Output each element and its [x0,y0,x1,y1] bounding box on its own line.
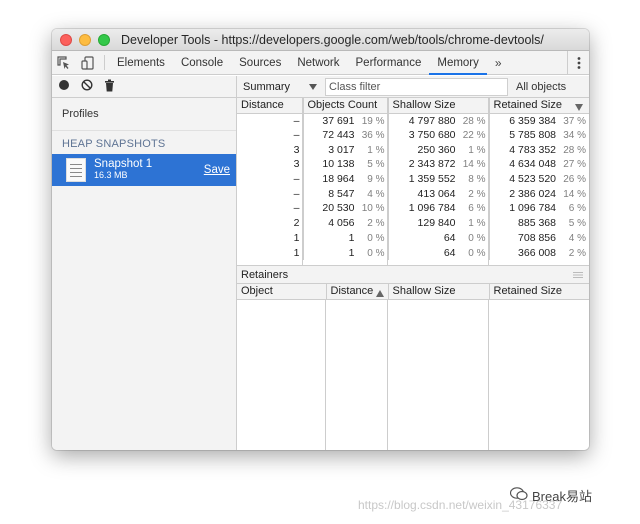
heap-snapshots-heading: HEAP SNAPSHOTS [62,138,166,150]
inspect-element-icon[interactable] [52,51,76,74]
snapshot-icon [66,158,86,182]
table-cell: 366 008 2 % [489,245,589,260]
retained-cell: 4 783 352 [509,143,556,156]
ret-col-distance[interactable]: Distance [326,284,389,300]
tab-network[interactable]: Network [289,51,347,74]
ret-col-distance-label: Distance [330,285,374,298]
retained-percent: 4 % [568,232,586,244]
retained-cell: 4 523 520 [509,173,556,186]
brand-text: Break易站 [532,489,592,504]
view-select-value: Summary [243,80,291,93]
table-cell: 708 856 4 % [489,231,589,246]
title-bar: Developer Tools - https://developers.goo… [52,29,589,51]
retained-cell: 4 634 048 [509,158,556,171]
retained-cell: 6 359 384 [509,114,556,127]
device-toolbar-icon[interactable] [76,51,100,74]
retained-percent: 2 % [568,247,586,259]
retained-cell: 5 785 808 [509,129,556,142]
window-title: Developer Tools - https://developers.goo… [121,32,544,47]
sort-ascending-icon [375,288,384,298]
table-cell: 4 783 352 28 % [489,142,589,157]
sort-descending-icon [575,102,583,112]
retained-percent: 14 % [563,188,586,200]
retained-percent: 26 % [563,174,586,186]
retained-percent: 5 % [568,218,586,230]
ret-col-retained-size[interactable]: Retained Size [489,284,589,300]
retained-cell: 885 368 [518,217,556,230]
ret-col-object[interactable]: Object [237,284,327,300]
summary-grid: Distance Objects Count Shallow Size Reta… [237,98,589,266]
toolbar-divider [104,55,105,70]
retained-percent: 27 % [563,159,586,171]
tab-performance[interactable]: Performance [348,51,430,74]
close-window-button[interactable] [60,33,72,46]
profiles-sidebar: Profiles HEAP SNAPSHOTS Snapshot 1 16.3 … [52,76,237,450]
profiles-label: Profiles [52,98,236,131]
view-select[interactable]: Summary [237,81,325,93]
save-snapshot-link[interactable]: Save [204,164,230,176]
table-cell: 885 368 5 % [489,216,589,231]
sidebar-toolbar [52,76,236,98]
retainers-title: Retainers [241,268,289,281]
table-cell: 5 785 808 34 % [489,128,589,143]
tab-memory[interactable]: Memory [429,51,487,75]
tab-console[interactable]: Console [173,51,231,74]
retained-cell: 2 386 024 [509,187,556,200]
clear-all-icon[interactable] [81,79,93,94]
wechat-icon [509,487,528,504]
retained-cell: 1 096 784 [509,202,556,215]
table-cell: 4 634 048 27 % [489,157,589,172]
retainers-header: Retainers [237,266,589,284]
retained-cell: 708 856 [518,231,556,244]
tab-elements[interactable]: Elements [109,51,173,74]
summary-toolbar: Summary Class filter All objects [237,76,589,98]
retained-cell: 366 008 [518,246,556,259]
ret-col-shallow-size[interactable]: Shallow Size [388,284,490,300]
snapshot-size: 16.3 MB [94,170,128,180]
table-cell: 6 359 384 37 % [489,113,589,128]
collect-garbage-icon[interactable] [104,79,115,95]
memory-main-panel: Summary Class filter All objects Distanc [237,76,589,450]
panel-tab-bar: Elements Console Sources Network Perform… [52,51,589,75]
tab-sources[interactable]: Sources [231,51,289,74]
retained-percent: 28 % [563,144,586,156]
zoom-window-button[interactable] [98,33,110,46]
more-tabs-button[interactable]: » [487,51,510,74]
kebab-menu-icon[interactable] [567,51,589,74]
dropdown-arrow-icon [309,81,317,93]
class-filter-input[interactable]: Class filter [325,77,508,96]
table-cell: 4 523 520 26 % [489,172,589,187]
retained-percent: 34 % [563,130,586,142]
snapshot-name: Snapshot 1 [94,158,153,170]
resize-handle-icon[interactable] [573,269,583,281]
minimize-window-button[interactable] [79,33,91,46]
retained-percent: 37 % [563,115,586,127]
table-cell: 1 096 784 6 % [489,201,589,216]
table-cell: 2 386 024 14 % [489,186,589,201]
snapshot-item[interactable]: Snapshot 1 16.3 MB Save [52,154,236,186]
scope-select[interactable]: All objects [516,81,566,93]
retained-percent: 6 % [568,203,586,215]
col-retained-size[interactable]: Retained Size [489,98,589,114]
retainers-grid: Object Distance Shallow Size Retained Si… [237,284,589,450]
col-retained-size-label: Retained Size [493,99,563,112]
devtools-window: Developer Tools - https://developers.goo… [52,29,589,450]
watermark-brand: Break易站 [509,486,592,505]
record-icon[interactable] [58,79,70,94]
